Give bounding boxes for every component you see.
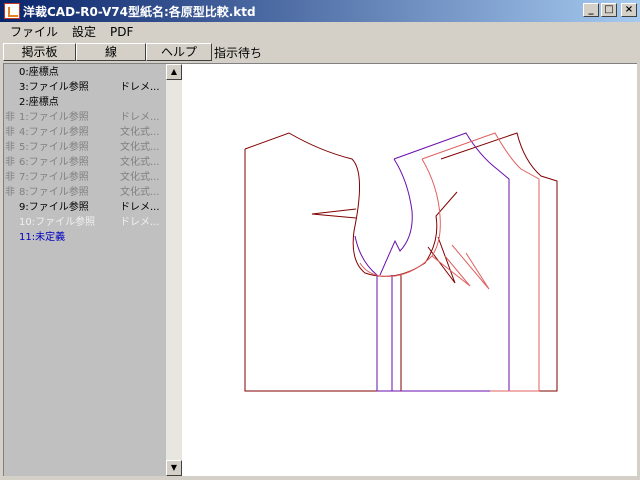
layer-name: 1:ファイル参照 — [19, 112, 89, 123]
window-title: 洋裁CAD-R0-V74型紙名:各原型比較.ktd — [23, 4, 256, 19]
layer-list-scrollbar[interactable]: ▲ ▼ — [166, 63, 182, 476]
line-button[interactable]: 線 — [76, 43, 146, 61]
layer-row[interactable]: 3:ファイル参照 ドレメ... — [4, 80, 166, 95]
layer-hidden-mark: 非 — [5, 112, 15, 123]
window-controls: _ □ × — [583, 3, 637, 17]
layer-source: 文化式... — [120, 142, 160, 153]
layer-source: 文化式... — [120, 157, 160, 168]
layer-row[interactable]: 10:ファイル参照 ドレメ... — [4, 215, 166, 230]
menu-bar: ファイル 設定 PDF — [0, 22, 640, 41]
layer-source: 文化式... — [120, 187, 160, 198]
layer-row[interactable]: 非 4:ファイル参照 文化式... — [4, 125, 166, 140]
drawing-canvas[interactable] — [182, 63, 637, 476]
back-dart — [311, 208, 357, 219]
layer-name: 6:ファイル参照 — [19, 157, 89, 168]
layer-source: 文化式... — [120, 172, 160, 183]
app-icon[interactable] — [4, 3, 20, 19]
arrow-down-icon[interactable]: ▼ — [166, 460, 182, 476]
layer-row[interactable]: 非 8:ファイル参照 文化式... — [4, 185, 166, 200]
arrow-up-icon[interactable]: ▲ — [166, 64, 182, 80]
layer-name: 8:ファイル参照 — [19, 187, 89, 198]
close-icon[interactable]: × — [621, 3, 637, 17]
layer-row[interactable]: 非 5:ファイル参照 文化式... — [4, 140, 166, 155]
layer-name: 4:ファイル参照 — [19, 127, 89, 138]
back-bodice-outline — [244, 132, 458, 277]
layer-hidden-mark: 非 — [5, 142, 15, 153]
layer-name: 0:座標点 — [19, 67, 59, 78]
red-pattern-armhole — [421, 158, 471, 287]
title-bar[interactable]: 洋裁CAD-R0-V74型紙名:各原型比較.ktd _ □ × — [0, 0, 640, 22]
layer-source: ドレメ... — [120, 202, 160, 213]
bulletin-board-button[interactable]: 掲示板 — [3, 43, 76, 61]
layer-row[interactable]: 0:座標点 — [4, 65, 166, 80]
layer-name: 2:座標点 — [19, 97, 59, 108]
help-button[interactable]: ヘルプ — [146, 43, 212, 61]
menu-settings[interactable]: 設定 — [66, 23, 102, 40]
layer-row[interactable]: 2:座標点 — [4, 95, 166, 110]
layer-hidden-mark: 非 — [5, 127, 15, 138]
layer-name: 9:ファイル参照 — [19, 202, 89, 213]
layer-row[interactable]: 11:未定義 — [4, 230, 166, 245]
layer-row[interactable]: 非 6:ファイル参照 文化式... — [4, 155, 166, 170]
purple-pattern-armhole — [379, 158, 413, 276]
back-bodice-side — [244, 149, 402, 392]
menu-pdf[interactable]: PDF — [104, 25, 139, 39]
red-pattern-lower-curve — [359, 255, 433, 277]
layer-name: 5:ファイル参照 — [19, 142, 89, 153]
maximize-icon[interactable]: □ — [601, 3, 617, 17]
layer-hidden-mark: 非 — [5, 157, 15, 168]
layer-row[interactable]: 非 7:ファイル参照 文化式... — [4, 170, 166, 185]
layer-name: 11:未定義 — [19, 232, 66, 243]
menu-file[interactable]: ファイル — [4, 23, 64, 40]
pattern-drawing — [244, 132, 558, 392]
status-text: 指示待ち — [214, 45, 263, 60]
layer-source: ドレメ... — [120, 217, 160, 228]
layer-source: ドレメ... — [120, 82, 160, 93]
layer-source: ドレメ... — [120, 112, 160, 123]
layer-list[interactable]: 0:座標点 3:ファイル参照 ドレメ... 2:座標点非 1:ファイル参照 ドレメ... 非… — [3, 63, 166, 476]
layer-hidden-mark: 非 — [5, 172, 15, 183]
front-bodice-outline — [401, 132, 558, 392]
toolbar: 掲示板 線 ヘルプ 指示待ち — [0, 42, 640, 62]
layer-name: 3:ファイル参照 — [19, 82, 89, 93]
front-dart — [427, 236, 456, 284]
purple-pattern-outline — [354, 132, 510, 392]
layer-row[interactable]: 非 1:ファイル参照 ドレメ... — [4, 110, 166, 125]
layer-row[interactable]: 9:ファイル参照 ドレメ... — [4, 200, 166, 215]
minimize-icon[interactable]: _ — [583, 3, 599, 17]
layer-name: 7:ファイル参照 — [19, 172, 89, 183]
layer-hidden-mark: 非 — [5, 187, 15, 198]
layer-source: 文化式... — [120, 127, 160, 138]
layer-name: 10:ファイル参照 — [19, 217, 96, 228]
red-dart — [451, 244, 490, 290]
